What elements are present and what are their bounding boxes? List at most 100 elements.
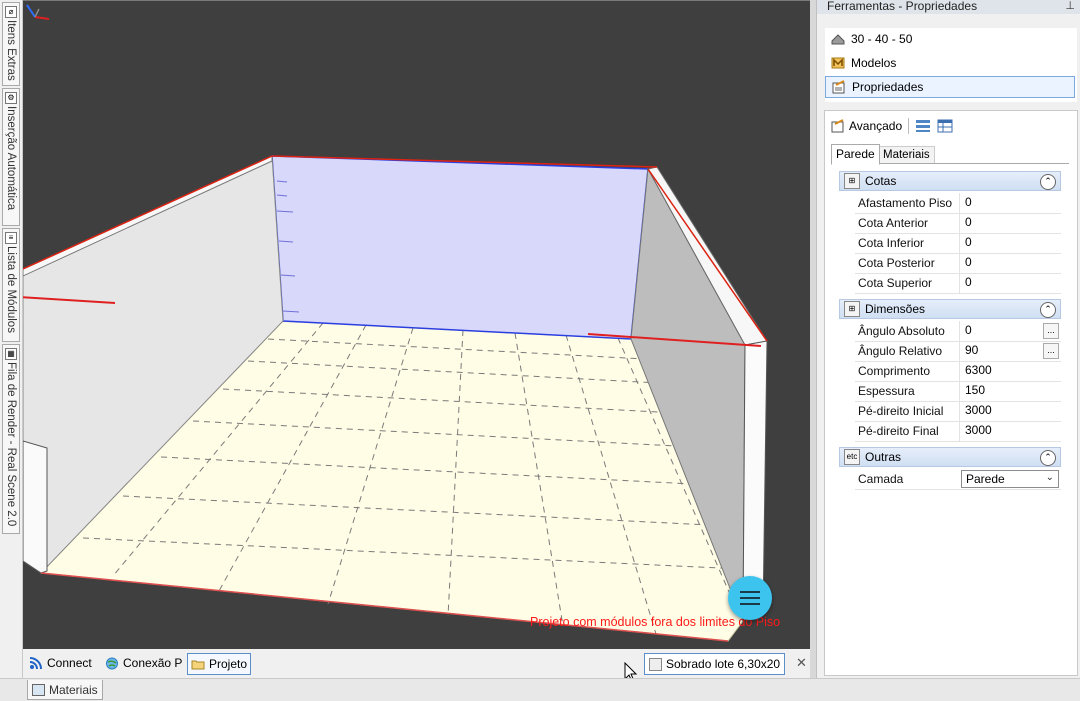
models-icon (831, 57, 845, 69)
pin-icon[interactable]: ⊥ (1065, 0, 1075, 13)
etc-icon: etc (844, 449, 860, 465)
gears-icon: ⚙ (5, 92, 17, 104)
3d-viewport[interactable]: Projeto com módulos fora dos limites do … (23, 0, 810, 649)
prop-row[interactable]: Cota Anterior 0 (855, 213, 1061, 234)
prop-value[interactable]: 6300 (965, 363, 992, 377)
house-icon (649, 657, 662, 671)
prop-key: Pé-direito Inicial (858, 404, 944, 418)
prop-row[interactable]: Camada Parede ⌄ (855, 469, 1061, 490)
tab-materiais-bottom[interactable]: Materiais (27, 680, 103, 700)
ellipsis-button[interactable]: ... (1043, 323, 1059, 339)
close-tab-button[interactable]: ✕ (796, 655, 807, 671)
tab-projeto[interactable]: Projeto (187, 653, 252, 675)
advanced-icon (831, 119, 844, 133)
side-tab-fila-de-render[interactable]: ▦ Fila de Render - Real Scene 2.0 (2, 344, 20, 534)
render-icon: ▦ (5, 348, 17, 360)
table-view-icon[interactable] (937, 119, 953, 133)
prop-key: Afastamento Piso (858, 196, 953, 210)
select-value: Parede (966, 472, 1005, 486)
file-tab-sobrado[interactable]: Sobrado lote 6,30x20 (644, 653, 786, 675)
rss-icon (29, 656, 42, 669)
tool-item-propriedades[interactable]: Propriedades (825, 76, 1075, 98)
materials-icon (32, 683, 45, 696)
side-tab-lista-de-modulos[interactable]: ≡ Lista de Módulos (2, 228, 20, 342)
side-tab-label: Itens Extras (5, 20, 17, 81)
tab-label: Conexão P (123, 656, 183, 670)
side-tab-label: Lista de Módulos (5, 246, 17, 333)
hamburger-icon (740, 591, 760, 593)
tool-item-modelos[interactable]: Modelos (825, 52, 1075, 74)
group-title: Outras (865, 450, 902, 464)
property-toolbar: Avançado (831, 116, 953, 136)
tool-item-label: 30 - 40 - 50 (851, 32, 913, 46)
prop-key: Ângulo Absoluto (858, 324, 945, 338)
chevron-down-icon: ⌄ (1045, 472, 1054, 483)
prop-key: Ângulo Relativo (858, 344, 943, 358)
prop-value[interactable]: 3000 (965, 403, 992, 417)
prop-key: Espessura (858, 384, 915, 398)
side-tab-label: Inserção Automática (5, 106, 17, 211)
collapse-icon[interactable]: ⌃ (1040, 302, 1056, 318)
tab-label: Connect (47, 656, 92, 670)
group-cotas[interactable]: ⊞ Cotas ⌃ (839, 171, 1061, 191)
prop-key: Pé-direito Final (858, 424, 939, 438)
prop-row[interactable]: Comprimento 6300 (855, 361, 1061, 382)
roof-icon (831, 34, 845, 45)
tool-list: 30 - 40 - 50 Modelos Propriedades (825, 28, 1077, 102)
prop-value[interactable]: 3000 (965, 423, 992, 437)
collapse-icon[interactable]: ⌃ (1040, 450, 1056, 466)
tab-materiais[interactable]: Materiais (878, 146, 935, 164)
tab-conexao-p[interactable]: Conexão P (102, 653, 185, 673)
group-dimensoes[interactable]: ⊞ Dimensões ⌃ (839, 299, 1061, 319)
prop-row[interactable]: Espessura 150 (855, 381, 1061, 402)
prop-row[interactable]: Cota Inferior 0 (855, 233, 1061, 254)
prop-value[interactable]: 90 (965, 343, 978, 357)
group-outras[interactable]: etc Outras ⌃ (839, 447, 1061, 467)
dimension-icon: ⊞ (844, 301, 860, 317)
tool-item-label: Propriedades (852, 80, 924, 94)
tab-parede[interactable]: Parede (831, 144, 880, 165)
side-tab-insercao-automatica[interactable]: ⚙ Inserção Automática (2, 88, 20, 226)
prop-key: Camada (858, 472, 904, 486)
property-grid: Avançado Parede Materiais ⊞ Cotas ⌃ Afas… (824, 110, 1078, 676)
prop-row[interactable]: Ângulo Absoluto 0... (855, 321, 1061, 342)
prop-value[interactable]: 0 (965, 235, 972, 249)
tab-label: Projeto (209, 657, 248, 671)
prop-value[interactable]: 150 (965, 383, 985, 397)
group-title: Cotas (865, 174, 897, 188)
menu-fab-button[interactable] (728, 576, 772, 620)
list-icon: ≡ (5, 232, 17, 244)
prop-row[interactable]: Cota Superior 0 (855, 273, 1061, 294)
prop-key: Cota Posterior (858, 256, 935, 270)
prop-row[interactable]: Afastamento Piso 0 (855, 193, 1061, 214)
prop-value[interactable]: 0 (965, 323, 972, 337)
file-tab-label: Sobrado lote 6,30x20 (666, 657, 781, 671)
prop-row[interactable]: Pé-direito Final 3000 (855, 421, 1061, 442)
collapse-icon[interactable]: ⌃ (1040, 174, 1056, 190)
prop-value[interactable]: 0 (965, 195, 972, 209)
prop-row[interactable]: Cota Posterior 0 (855, 253, 1061, 274)
prop-key: Cota Superior (858, 276, 933, 290)
globe-icon (106, 657, 118, 669)
panel-title: Ferramentas - Propriedades ⊥ (817, 0, 1080, 14)
categorized-view-icon[interactable] (915, 119, 931, 133)
prop-key: Comprimento (858, 364, 931, 378)
folder-icon (191, 660, 205, 669)
prop-row[interactable]: Ângulo Relativo 90... (855, 341, 1061, 362)
side-tab-itens-extras[interactable]: ⌀ Itens Extras (2, 2, 20, 86)
tab-connect[interactable]: Connect (26, 653, 95, 673)
prop-row[interactable]: Pé-direito Inicial 3000 (855, 401, 1061, 422)
advanced-button[interactable]: Avançado (831, 119, 902, 133)
prop-key: Cota Anterior (858, 216, 929, 230)
group-title: Dimensões (865, 302, 926, 316)
ellipsis-button[interactable]: ... (1043, 343, 1059, 359)
tab-label: Materiais (49, 682, 98, 697)
document-tabs-bar: Connect Conexão P Projeto Sobrado lote 6… (23, 650, 810, 676)
camada-select[interactable]: Parede ⌄ (961, 470, 1059, 488)
paperclip-icon: ⌀ (5, 6, 17, 18)
prop-value[interactable]: 0 (965, 275, 972, 289)
advanced-label: Avançado (849, 119, 903, 133)
tool-item-30-40-50[interactable]: 30 - 40 - 50 (825, 28, 1075, 50)
prop-value[interactable]: 0 (965, 255, 972, 269)
prop-value[interactable]: 0 (965, 215, 972, 229)
